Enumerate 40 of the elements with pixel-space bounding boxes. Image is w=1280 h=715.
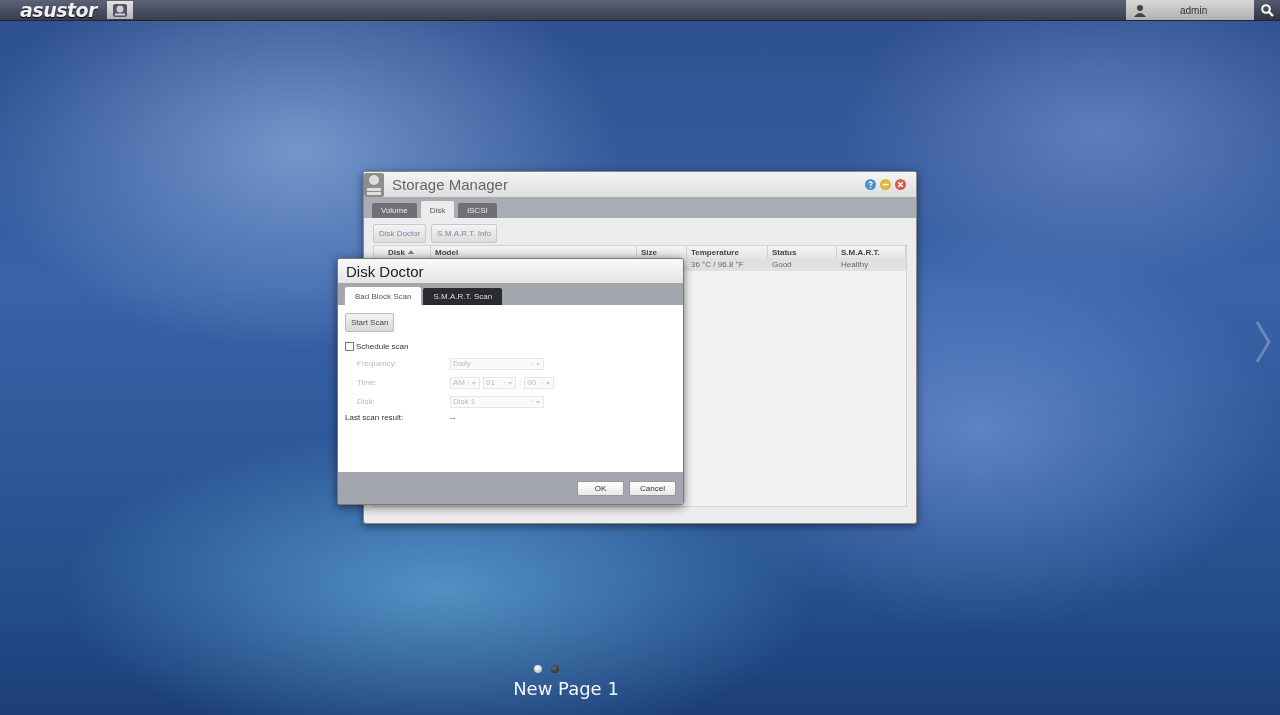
tab[interactable]: Volume <box>372 203 417 218</box>
field-label: Last scan result: <box>345 413 405 422</box>
app-launcher-button[interactable] <box>107 1 133 19</box>
tab[interactable]: S.M.A.R.T. Scan <box>423 288 503 305</box>
user-menu[interactable]: admin <box>1126 0 1254 20</box>
start-scan-button[interactable]: Start Scan <box>345 313 395 332</box>
storage-icon <box>112 2 128 18</box>
user-icon <box>1134 3 1146 17</box>
checkbox-label: Schedule scan <box>356 342 409 351</box>
tab[interactable]: Disk <box>420 201 455 218</box>
minimize-icon[interactable] <box>880 179 891 190</box>
dialog-button[interactable]: OK <box>577 480 624 496</box>
asustor-logo: asustor <box>19 0 100 21</box>
field-value: -- <box>450 413 456 422</box>
field-label: Time: <box>357 378 378 387</box>
field-label: Disk: <box>357 397 376 406</box>
checkbox[interactable] <box>345 342 354 351</box>
dialog-title: Disk Doctor <box>338 259 683 283</box>
tab[interactable]: iSCSI <box>458 203 497 218</box>
page-dot[interactable] <box>550 665 559 673</box>
help-icon[interactable] <box>865 179 876 190</box>
table-cell: Good <box>768 258 837 271</box>
search-icon <box>1260 3 1274 17</box>
tab[interactable]: Bad Block Scan <box>345 287 422 305</box>
dialog-button[interactable]: Cancel <box>629 480 676 496</box>
time-separator: : <box>519 378 522 387</box>
page-label: New Page 1 <box>513 678 619 699</box>
caret-icon <box>532 361 543 366</box>
field-label: Frequency: <box>357 359 399 368</box>
caret-icon <box>532 399 543 404</box>
page-dot[interactable] <box>533 665 542 673</box>
caret-icon <box>504 380 515 385</box>
window-title: Storage Manager <box>392 176 509 193</box>
caret-icon <box>468 380 479 385</box>
column-header[interactable]: Model <box>435 247 459 257</box>
table-cell: 36 °C / 96.8 °F <box>687 258 768 271</box>
search-button[interactable] <box>1254 0 1280 20</box>
close-icon[interactable] <box>895 179 906 190</box>
user-name: admin <box>1180 4 1208 16</box>
table-cell: Healthy <box>837 258 906 271</box>
